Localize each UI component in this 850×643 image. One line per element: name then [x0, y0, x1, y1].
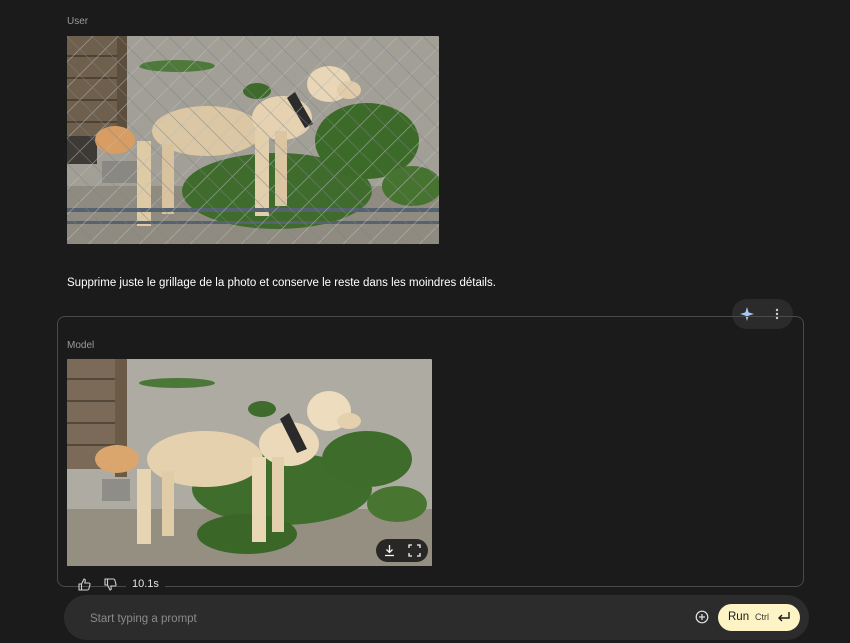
thumb-down-icon[interactable] — [104, 578, 117, 591]
model-role-label: Model — [67, 340, 95, 351]
image-toolbar — [376, 539, 428, 562]
response-time: 10.1s — [126, 576, 165, 592]
run-label: Run — [728, 611, 750, 623]
run-button[interactable]: Run Ctrl — [718, 604, 800, 631]
download-icon[interactable] — [382, 543, 397, 558]
keyboard-return-icon — [777, 610, 791, 624]
prompt-bar: Run Ctrl — [64, 595, 809, 640]
user-prompt-text: Supprime juste le grillage de la photo e… — [67, 277, 496, 289]
dog-with-fence-photo — [67, 36, 439, 244]
user-role-label: User — [67, 16, 89, 27]
dog-without-fence-photo — [67, 359, 432, 566]
user-uploaded-image[interactable] — [67, 36, 439, 244]
model-generated-image[interactable] — [67, 359, 432, 566]
run-shortcut: Ctrl — [755, 612, 769, 622]
prompt-input[interactable] — [88, 609, 652, 629]
fullscreen-icon[interactable] — [407, 543, 422, 558]
thumb-up-icon[interactable] — [78, 578, 91, 591]
add-circle-icon[interactable] — [694, 609, 710, 625]
